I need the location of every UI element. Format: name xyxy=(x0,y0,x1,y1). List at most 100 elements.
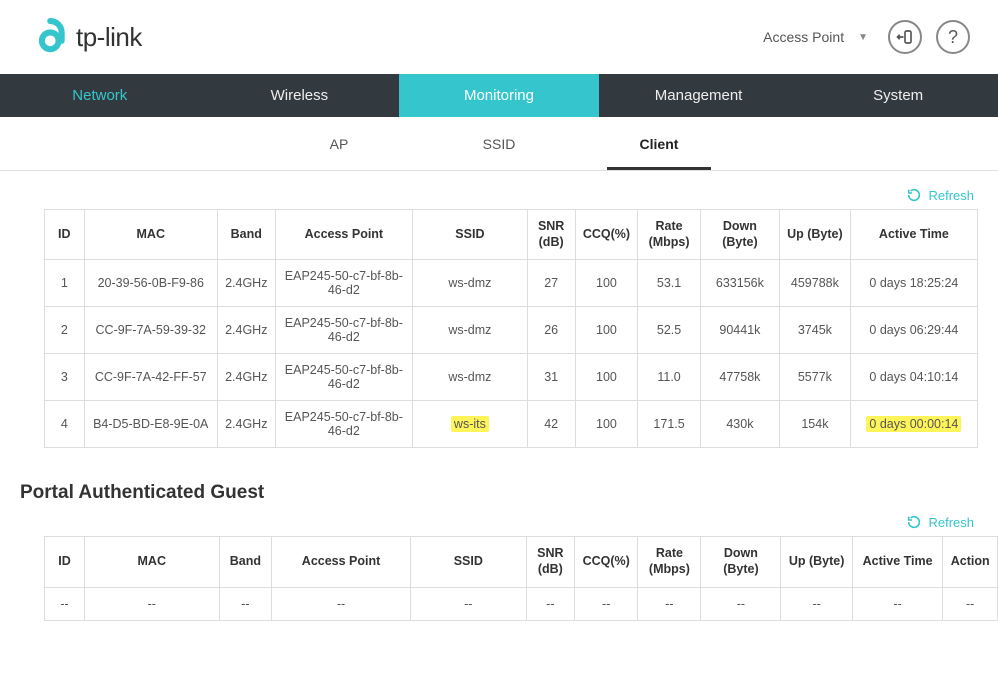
cell-active: 0 days 18:25:24 xyxy=(850,260,977,307)
cell-ssid: ws-dmz xyxy=(413,307,528,354)
ap-selector-label: Access Point xyxy=(763,29,844,45)
cell-up: 154k xyxy=(779,401,850,448)
col-ssid: SSID xyxy=(410,537,526,587)
refresh-icon xyxy=(906,514,922,530)
cell-down: 47758k xyxy=(700,354,779,401)
cell-snr: 42 xyxy=(527,401,575,448)
cell-empty: -- xyxy=(219,587,272,620)
cell-ap: EAP245-50-c7-bf-8b-46-d2 xyxy=(275,354,413,401)
portal-table: ID MAC Band Access Point SSID SNR (dB) C… xyxy=(44,536,998,620)
portal-header-row: ID MAC Band Access Point SSID SNR (dB) C… xyxy=(45,537,998,587)
cell-active: 0 days 00:00:14 xyxy=(850,401,977,448)
ap-selector[interactable]: Access Point ▼ xyxy=(749,25,874,49)
col-active: Active Time xyxy=(850,210,977,260)
col-ccq: CCQ(%) xyxy=(575,537,638,587)
cell-empty: -- xyxy=(852,587,942,620)
nav-monitoring[interactable]: Monitoring xyxy=(399,74,599,117)
clients-refresh-button[interactable]: Refresh xyxy=(20,181,978,209)
cell-ap: EAP245-50-c7-bf-8b-46-d2 xyxy=(275,307,413,354)
logout-button[interactable] xyxy=(888,20,922,54)
col-rate: Rate (Mbps) xyxy=(638,537,701,587)
col-ssid: SSID xyxy=(413,210,528,260)
cell-ap: EAP245-50-c7-bf-8b-46-d2 xyxy=(275,401,413,448)
cell-snr: 31 xyxy=(527,354,575,401)
chevron-down-icon: ▼ xyxy=(858,32,868,43)
cell-down: 633156k xyxy=(700,260,779,307)
col-ap: Access Point xyxy=(272,537,411,587)
subtab-ap[interactable]: AP xyxy=(259,117,419,170)
refresh-icon xyxy=(906,187,922,203)
cell-snr: 26 xyxy=(527,307,575,354)
cell-ccq: 100 xyxy=(575,260,638,307)
cell-mac: CC-9F-7A-42-FF-57 xyxy=(84,354,217,401)
cell-mac: CC-9F-7A-59-39-32 xyxy=(84,307,217,354)
col-snr: SNR (dB) xyxy=(526,537,574,587)
cell-empty: -- xyxy=(410,587,526,620)
cell-up: 3745k xyxy=(779,307,850,354)
table-row: 2CC-9F-7A-59-39-322.4GHzEAP245-50-c7-bf-… xyxy=(45,307,978,354)
top-bar: tp-link Access Point ▼ ? xyxy=(0,0,998,74)
content-area: Refresh ID MAC Band Access Point SSID SN… xyxy=(0,171,998,651)
table-row: 3CC-9F-7A-42-FF-572.4GHzEAP245-50-c7-bf-… xyxy=(45,354,978,401)
table-row: -- -- -- -- -- -- -- -- -- -- -- -- xyxy=(45,587,998,620)
cell-rate: 171.5 xyxy=(638,401,701,448)
cell-id: 2 xyxy=(45,307,85,354)
col-band: Band xyxy=(217,210,275,260)
col-down: Down (Byte) xyxy=(701,537,781,587)
cell-empty: -- xyxy=(45,587,85,620)
col-band: Band xyxy=(219,537,272,587)
cell-band: 2.4GHz xyxy=(217,307,275,354)
cell-rate: 11.0 xyxy=(638,354,701,401)
cell-ssid: ws-its xyxy=(413,401,528,448)
cell-down: 90441k xyxy=(700,307,779,354)
table-row: 4B4-D5-BD-E8-9E-0A2.4GHzEAP245-50-c7-bf-… xyxy=(45,401,978,448)
portal-refresh-button[interactable]: Refresh xyxy=(20,508,978,536)
cell-active: 0 days 04:10:14 xyxy=(850,354,977,401)
col-mac: MAC xyxy=(84,210,217,260)
col-id: ID xyxy=(45,537,85,587)
subtab-ssid[interactable]: SSID xyxy=(419,117,579,170)
cell-band: 2.4GHz xyxy=(217,260,275,307)
brand-name: tp-link xyxy=(76,22,142,53)
col-snr: SNR (dB) xyxy=(527,210,575,260)
portal-section-title: Portal Authenticated Guest xyxy=(20,482,978,504)
cell-up: 5577k xyxy=(779,354,850,401)
col-up: Up (Byte) xyxy=(779,210,850,260)
cell-empty: -- xyxy=(943,587,998,620)
logout-icon xyxy=(896,28,914,46)
col-action: Action xyxy=(943,537,998,587)
nav-wireless[interactable]: Wireless xyxy=(200,74,400,117)
top-right-controls: Access Point ▼ ? xyxy=(749,20,970,54)
help-button[interactable]: ? xyxy=(936,20,970,54)
col-ccq: CCQ(%) xyxy=(575,210,638,260)
cell-empty: -- xyxy=(272,587,411,620)
subtab-client[interactable]: Client xyxy=(579,117,739,170)
cell-down: 430k xyxy=(700,401,779,448)
cell-up: 459788k xyxy=(779,260,850,307)
nav-management[interactable]: Management xyxy=(599,74,799,117)
cell-ccq: 100 xyxy=(575,401,638,448)
table-row: 120-39-56-0B-F9-862.4GHzEAP245-50-c7-bf-… xyxy=(45,260,978,307)
cell-id: 4 xyxy=(45,401,85,448)
cell-band: 2.4GHz xyxy=(217,401,275,448)
col-mac: MAC xyxy=(84,537,219,587)
nav-network[interactable]: Network xyxy=(0,74,200,117)
nav-system[interactable]: System xyxy=(798,74,998,117)
cell-mac: 20-39-56-0B-F9-86 xyxy=(84,260,217,307)
clients-table: ID MAC Band Access Point SSID SNR (dB) C… xyxy=(44,209,978,448)
cell-rate: 52.5 xyxy=(638,307,701,354)
cell-id: 1 xyxy=(45,260,85,307)
clients-header-row: ID MAC Band Access Point SSID SNR (dB) C… xyxy=(45,210,978,260)
cell-ssid: ws-dmz xyxy=(413,354,528,401)
cell-empty: -- xyxy=(701,587,781,620)
col-down: Down (Byte) xyxy=(700,210,779,260)
sub-nav: AP SSID Client xyxy=(0,117,998,171)
col-ap: Access Point xyxy=(275,210,413,260)
brand-logo: tp-link xyxy=(32,18,142,56)
refresh-label: Refresh xyxy=(928,515,974,530)
cell-snr: 27 xyxy=(527,260,575,307)
cell-ap: EAP245-50-c7-bf-8b-46-d2 xyxy=(275,260,413,307)
cell-empty: -- xyxy=(84,587,219,620)
col-rate: Rate (Mbps) xyxy=(638,210,701,260)
cell-empty: -- xyxy=(575,587,638,620)
